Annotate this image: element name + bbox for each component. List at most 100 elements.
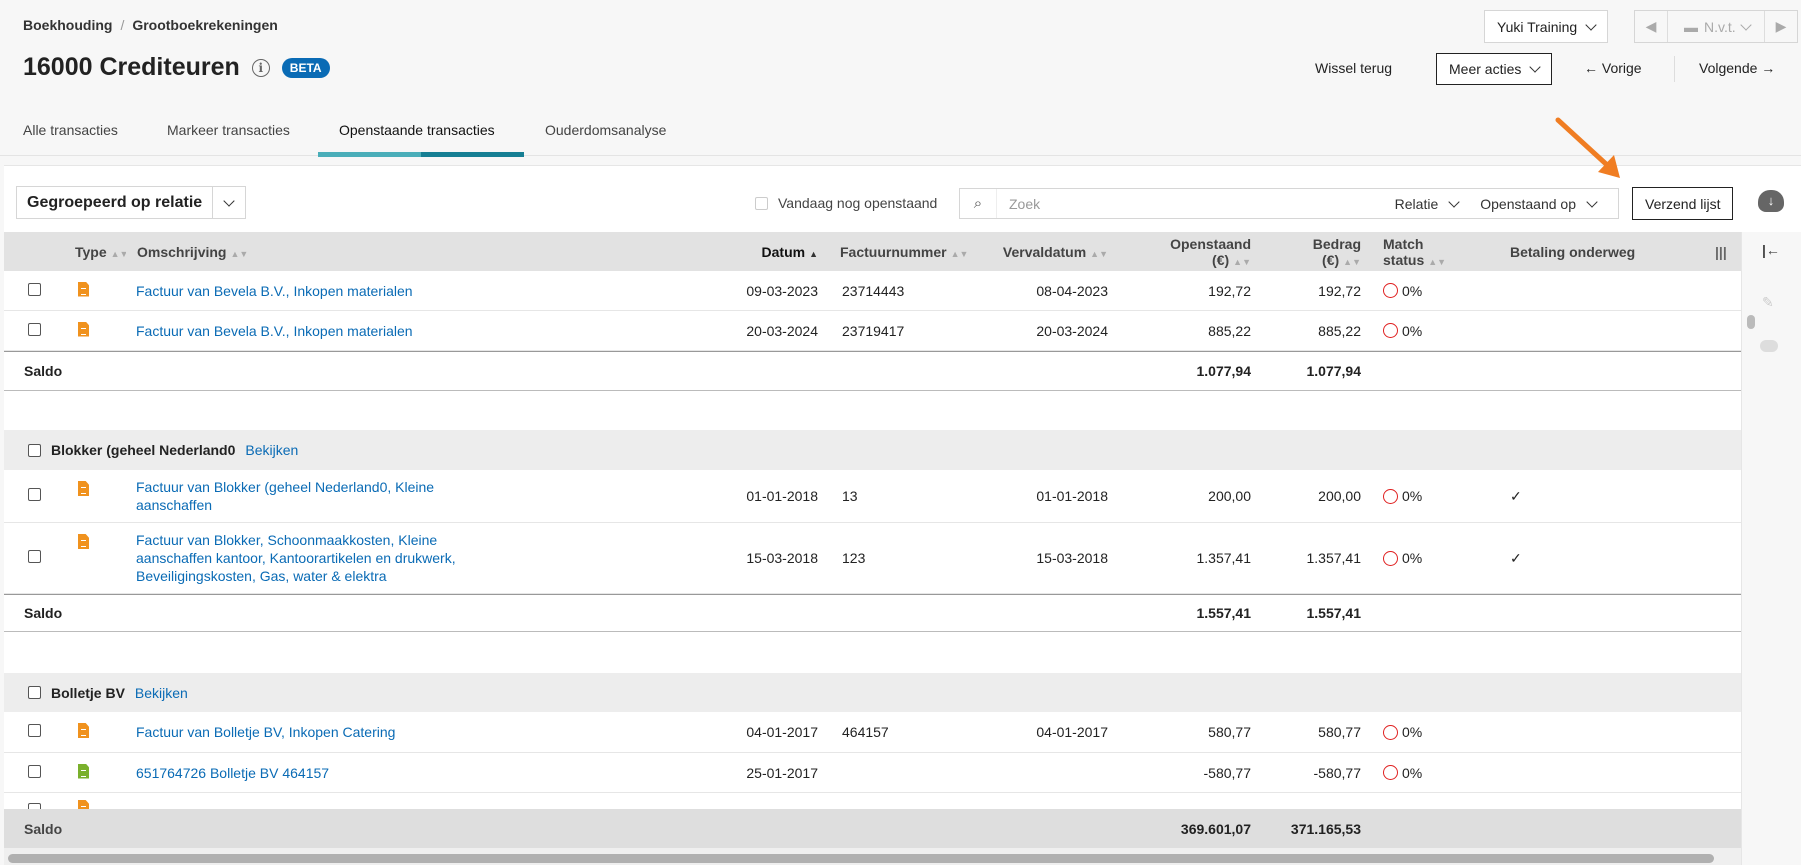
col-datum[interactable]: Datum ▲: [729, 244, 829, 260]
group-checkbox[interactable]: [28, 686, 41, 699]
description-link[interactable]: Factuur van Blokker (geheel Nederland0, …: [126, 478, 476, 514]
next-period-icon[interactable]: ▶: [1764, 11, 1797, 42]
view-link[interactable]: Bekijken: [245, 442, 298, 458]
company-label: Yuki Training: [1497, 18, 1578, 35]
col-vervaldatum[interactable]: Vervaldatum ▲▼: [984, 244, 1119, 260]
total-saldo-row: Saldo 369.601,07 371.165,53: [4, 809, 1741, 848]
prev-period-icon[interactable]: ◀: [1635, 11, 1668, 42]
chevron-down-icon: [1529, 61, 1542, 73]
due-date: 01-01-2018: [1036, 488, 1108, 504]
col-match-status[interactable]: Match status ▲▼: [1372, 236, 1499, 268]
table-row[interactable]: 651764726 Bolletje BV 464157 25-01-2017 …: [4, 753, 1741, 793]
chevron-down-icon: [1739, 18, 1752, 31]
calendar-icon: ▬: [1684, 18, 1698, 35]
relation-filter[interactable]: Relatie: [1394, 195, 1460, 212]
relation-filter-label: Relatie: [1394, 195, 1439, 212]
due-date: 20-03-2024: [1036, 322, 1108, 339]
open-amount: 1.357,41: [1196, 550, 1252, 566]
col-factuurnummer[interactable]: Factuurnummer ▲▼: [829, 244, 984, 260]
view-link[interactable]: Bekijken: [135, 685, 188, 701]
grouping-select[interactable]: Gegroepeerd op relatie: [16, 186, 247, 219]
tab-alle-transacties[interactable]: Alle transacties: [23, 122, 118, 138]
table-row-partial[interactable]: [4, 793, 1741, 809]
row-checkbox[interactable]: [28, 764, 41, 778]
period-selector[interactable]: ◀ ▬ N.v.t. ▶: [1634, 10, 1798, 43]
invoice-number: 23719417: [842, 322, 905, 339]
tab-openstaande-transacties[interactable]: Openstaande transacties: [339, 122, 495, 138]
col-betaling-onderweg[interactable]: Betaling onderweg: [1499, 244, 1704, 260]
breadcrumb: Boekhouding / Grootboekrekeningen: [23, 17, 278, 33]
switch-back-link[interactable]: Wissel terug: [1315, 60, 1392, 76]
group-checkbox[interactable]: [28, 443, 41, 457]
today-open-checkbox[interactable]: Vandaag nog openstaand: [755, 195, 937, 211]
company-select[interactable]: Yuki Training: [1484, 10, 1609, 43]
amount: 885,22: [1318, 322, 1361, 339]
row-checkbox[interactable]: [28, 282, 41, 296]
spacer: [4, 632, 1741, 673]
checkbox[interactable]: [755, 196, 768, 210]
row-checkbox[interactable]: [28, 550, 41, 563]
open-amount: 580,77: [1208, 724, 1251, 740]
due-date: 04-01-2017: [1036, 724, 1108, 740]
col-bedrag[interactable]: Bedrag (€) ▲▼: [1262, 236, 1372, 268]
col-type[interactable]: Type ▲▼: [64, 244, 126, 260]
collapse-panel-icon[interactable]: |←: [1762, 242, 1780, 258]
active-tab-indicator: [318, 152, 524, 157]
invoice-icon: [78, 481, 89, 496]
next-button[interactable]: Volgende →: [1699, 60, 1775, 76]
column-settings-icon[interactable]: |||: [1704, 244, 1741, 260]
row-checkbox[interactable]: [28, 488, 41, 501]
chevron-down-icon[interactable]: [212, 187, 245, 218]
table-row[interactable]: Factuur van Blokker (geheel Nederland0, …: [4, 470, 1741, 523]
search-input[interactable]: Zoek: [996, 189, 1395, 218]
invoice-icon: [78, 534, 89, 549]
amount: 200,00: [1318, 488, 1361, 504]
description-link[interactable]: Factuur van Bevela B.V., Inkopen materia…: [126, 323, 729, 339]
table-row[interactable]: Factuur van Bevela B.V., Inkopen materia…: [4, 271, 1741, 311]
arrow-left-icon: ←: [1584, 60, 1602, 76]
previous-button[interactable]: ← Vorige: [1584, 60, 1642, 76]
group-name: Blokker (geheel Nederland0: [51, 442, 236, 458]
send-list-button[interactable]: Verzend lijst: [1632, 187, 1734, 220]
description-link[interactable]: 651764726 Bolletje BV 464157: [126, 765, 729, 781]
tab-ouderdomsanalyse[interactable]: Ouderdomsanalyse: [545, 122, 666, 138]
match-status: 0%: [1372, 765, 1499, 781]
breadcrumb-boekhouding[interactable]: Boekhouding: [23, 17, 112, 33]
edit-icon[interactable]: ✎: [1762, 294, 1774, 311]
match-status: 0%: [1372, 724, 1499, 740]
more-actions-label: Meer acties: [1449, 61, 1522, 77]
invoice-icon: [78, 281, 89, 297]
date: 04-01-2017: [746, 724, 818, 740]
table-header: Type ▲▼ Omschrijving ▲▼ Datum ▲ Factuurnumm…: [4, 232, 1741, 271]
description-link[interactable]: Factuur van Bolletje BV, Inkopen Caterin…: [126, 724, 729, 740]
cloud-download-icon[interactable]: ↓: [1758, 190, 1784, 212]
info-icon[interactable]: i: [251, 58, 270, 77]
table-row[interactable]: Factuur van Bevela B.V., Inkopen materia…: [4, 311, 1741, 351]
col-omschrijving[interactable]: Omschrijving ▲▼: [126, 244, 729, 260]
horizontal-scrollbar[interactable]: [8, 854, 1714, 863]
description-link[interactable]: Factuur van Bevela B.V., Inkopen materia…: [126, 283, 729, 299]
open-on-filter-label: Openstaand op: [1480, 195, 1576, 212]
match-ring-icon: [1383, 550, 1398, 566]
vertical-scrollbar[interactable]: [1747, 315, 1755, 329]
page-title-row: 16000 Crediteuren i BETA: [23, 53, 330, 82]
open-amount: -580,77: [1203, 764, 1251, 781]
open-on-filter[interactable]: Openstaand op: [1480, 195, 1598, 212]
more-actions-button[interactable]: Meer acties: [1436, 53, 1553, 85]
saldo-open: 1.557,41: [1196, 605, 1252, 621]
breadcrumb-grootboekrekeningen[interactable]: Grootboekrekeningen: [132, 17, 277, 33]
today-open-label: Vandaag nog openstaand: [778, 195, 938, 211]
cloud-icon[interactable]: [1760, 340, 1778, 352]
tab-bar: Alle transacties Markeer transacties Ope…: [0, 118, 1801, 156]
row-checkbox[interactable]: [28, 322, 41, 336]
row-checkbox[interactable]: [28, 724, 41, 737]
tab-markeer-transacties[interactable]: Markeer transacties: [167, 122, 290, 138]
date: 15-03-2018: [746, 550, 818, 566]
invoice-number: 123: [842, 550, 866, 566]
table-row[interactable]: Factuur van Bolletje BV, Inkopen Caterin…: [4, 712, 1741, 753]
table-row[interactable]: Factuur van Blokker, Schoonmaakkosten, K…: [4, 523, 1741, 594]
col-openstaand[interactable]: Openstaand (€) ▲▼: [1119, 236, 1262, 268]
invoice-number: 464157: [842, 724, 889, 740]
amount: 192,72: [1318, 282, 1361, 299]
description-link[interactable]: Factuur van Blokker, Schoonmaakkosten, K…: [126, 531, 476, 585]
